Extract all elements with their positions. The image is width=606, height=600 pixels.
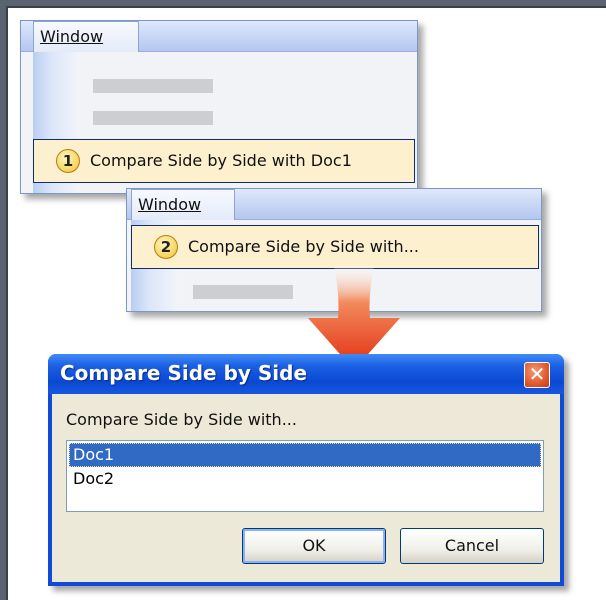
menu-title-text: Window (138, 195, 202, 214)
window-menu-1: Window 1 Compare Side by Side with Doc1 (20, 20, 418, 194)
menu-item-label: Compare Side by Side with... (188, 237, 419, 256)
step-one-badge: 1 (56, 149, 80, 173)
compare-side-by-side-dialog: Compare Side by Side ✕ Compare Side by S… (48, 354, 564, 586)
step-two-badge: 2 (154, 235, 178, 259)
list-item-doc2[interactable]: Doc2 (69, 467, 541, 491)
list-item-doc1[interactable]: Doc1 (69, 443, 541, 467)
illustration-frame: Window 1 Compare Side by Side with Doc1 … (6, 6, 606, 600)
menu-title-text: Window (40, 27, 104, 46)
compare-side-by-side-doc1-item[interactable]: 1 Compare Side by Side with Doc1 (33, 139, 415, 183)
disabled-item-placeholder (93, 111, 213, 125)
dialog-title-bar[interactable]: Compare Side by Side ✕ (48, 354, 564, 394)
compare-side-by-side-with-item[interactable]: 2 Compare Side by Side with... (131, 225, 539, 269)
dialog-title: Compare Side by Side (60, 361, 308, 385)
document-listbox[interactable]: Doc1 Doc2 (66, 440, 544, 512)
disabled-item-placeholder (193, 285, 293, 299)
menu-title-window-1[interactable]: Window (33, 21, 139, 52)
dialog-prompt: Compare Side by Side with... (66, 410, 297, 429)
disabled-item-placeholder (93, 79, 213, 93)
dialog-client-area: Compare Side by Side with... Doc1 Doc2 O… (52, 394, 560, 582)
cancel-button[interactable]: Cancel (400, 528, 544, 564)
menu-item-label: Compare Side by Side with Doc1 (90, 151, 352, 170)
close-icon[interactable]: ✕ (524, 362, 550, 388)
menu-title-window-2[interactable]: Window (131, 189, 235, 220)
ok-button[interactable]: OK (242, 528, 386, 564)
